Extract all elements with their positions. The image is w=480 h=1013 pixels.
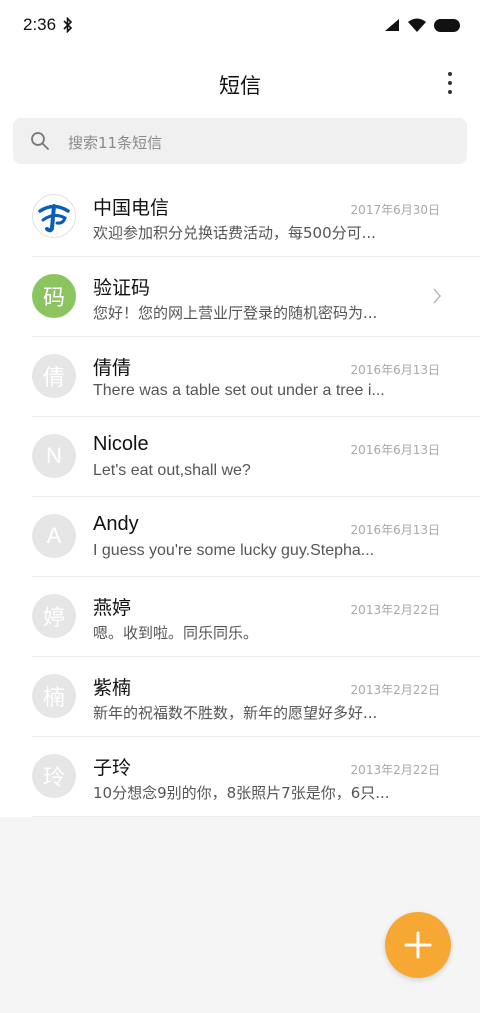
contact-name: 中国电信: [93, 197, 170, 219]
battery-icon: [434, 17, 460, 36]
search-icon: [30, 131, 50, 155]
avatar: A: [32, 514, 76, 558]
china-telecom-logo-icon: [38, 204, 70, 233]
message-date: 2016年6月13日: [350, 443, 440, 457]
plus-icon: [404, 931, 432, 959]
new-message-button[interactable]: [385, 912, 451, 978]
contact-name: 紫楠: [93, 677, 132, 699]
app-header: 短信: [0, 52, 480, 114]
conversation-row[interactable]: 玲 子玲 10分想念9别的你，8张照片7张是你，6只... 2013年2月22日: [0, 737, 480, 817]
avatar: 玲: [32, 754, 76, 798]
message-date: 2016年6月13日: [350, 523, 440, 537]
message-snippet: 10分想念9别的你，8张照片7张是你，6只...: [93, 784, 390, 802]
message-snippet: 欢迎参加积分兑换话费活动，每500分可...: [93, 224, 376, 242]
contact-name: Nicole: [93, 433, 149, 455]
wifi-icon: [408, 17, 426, 36]
message-snippet: 嗯。收到啦。同乐同乐。: [93, 624, 259, 642]
message-snippet: I guess you're some lucky guy.Stepha...: [93, 542, 375, 559]
avatar: 倩: [32, 354, 76, 398]
search-placeholder: 搜索11条短信: [68, 134, 163, 152]
message-snippet: 新年的祝福数不胜数，新年的愿望好多好...: [93, 704, 378, 722]
message-date: 2013年2月22日: [350, 683, 440, 697]
bluetooth-icon: [63, 16, 73, 37]
message-snippet: Let's eat out,shall we?: [93, 462, 251, 479]
status-bar: 2:36: [0, 0, 480, 52]
page-title: 短信: [219, 74, 261, 98]
message-date: 2017年6月30日: [350, 203, 440, 217]
china-telecom-logo-avatar: [32, 194, 76, 238]
cell-signal-icon: [384, 17, 400, 36]
message-date: 2013年2月22日: [350, 603, 440, 617]
search-section: 搜索11条短信: [0, 114, 480, 177]
avatar: 楠: [32, 674, 76, 718]
conversation-row[interactable]: 中国电信 欢迎参加积分兑换话费活动，每500分可... 2017年6月30日: [0, 177, 480, 257]
avatar: 婷: [32, 594, 76, 638]
contact-name: 燕婷: [93, 597, 132, 619]
contact-name: 子玲: [93, 757, 132, 779]
avatar: 码: [32, 274, 76, 318]
chevron-right-icon: [432, 287, 442, 309]
conversation-row[interactable]: A Andy I guess you're some lucky guy.Ste…: [0, 497, 480, 577]
avatar: N: [32, 434, 76, 478]
conversation-row[interactable]: 倩 倩倩 There was a table set out under a t…: [0, 337, 480, 417]
status-time: 2:36: [23, 15, 57, 34]
contact-name: Andy: [93, 513, 139, 535]
message-snippet: 您好！您的网上营业厅登录的随机密码为...: [93, 304, 378, 322]
message-date: 2016年6月13日: [350, 363, 440, 377]
conversation-row[interactable]: N Nicole Let's eat out,shall we? 2016年6月…: [0, 417, 480, 497]
message-snippet: There was a table set out under a tree i…: [93, 382, 385, 399]
conversation-row[interactable]: 婷 燕婷 嗯。收到啦。同乐同乐。 2013年2月22日: [0, 577, 480, 657]
conversation-list: 中国电信 欢迎参加积分兑换话费活动，每500分可... 2017年6月30日 码…: [0, 177, 480, 817]
conversation-row[interactable]: 楠 紫楠 新年的祝福数不胜数，新年的愿望好多好... 2013年2月22日: [0, 657, 480, 737]
more-options-icon[interactable]: [446, 72, 454, 94]
contact-name: 倩倩: [93, 357, 132, 379]
message-date: 2013年2月22日: [350, 763, 440, 777]
contact-name: 验证码: [93, 277, 151, 299]
search-input[interactable]: 搜索11条短信: [13, 118, 467, 164]
conversation-row[interactable]: 码 验证码 您好！您的网上营业厅登录的随机密码为...: [0, 257, 480, 337]
